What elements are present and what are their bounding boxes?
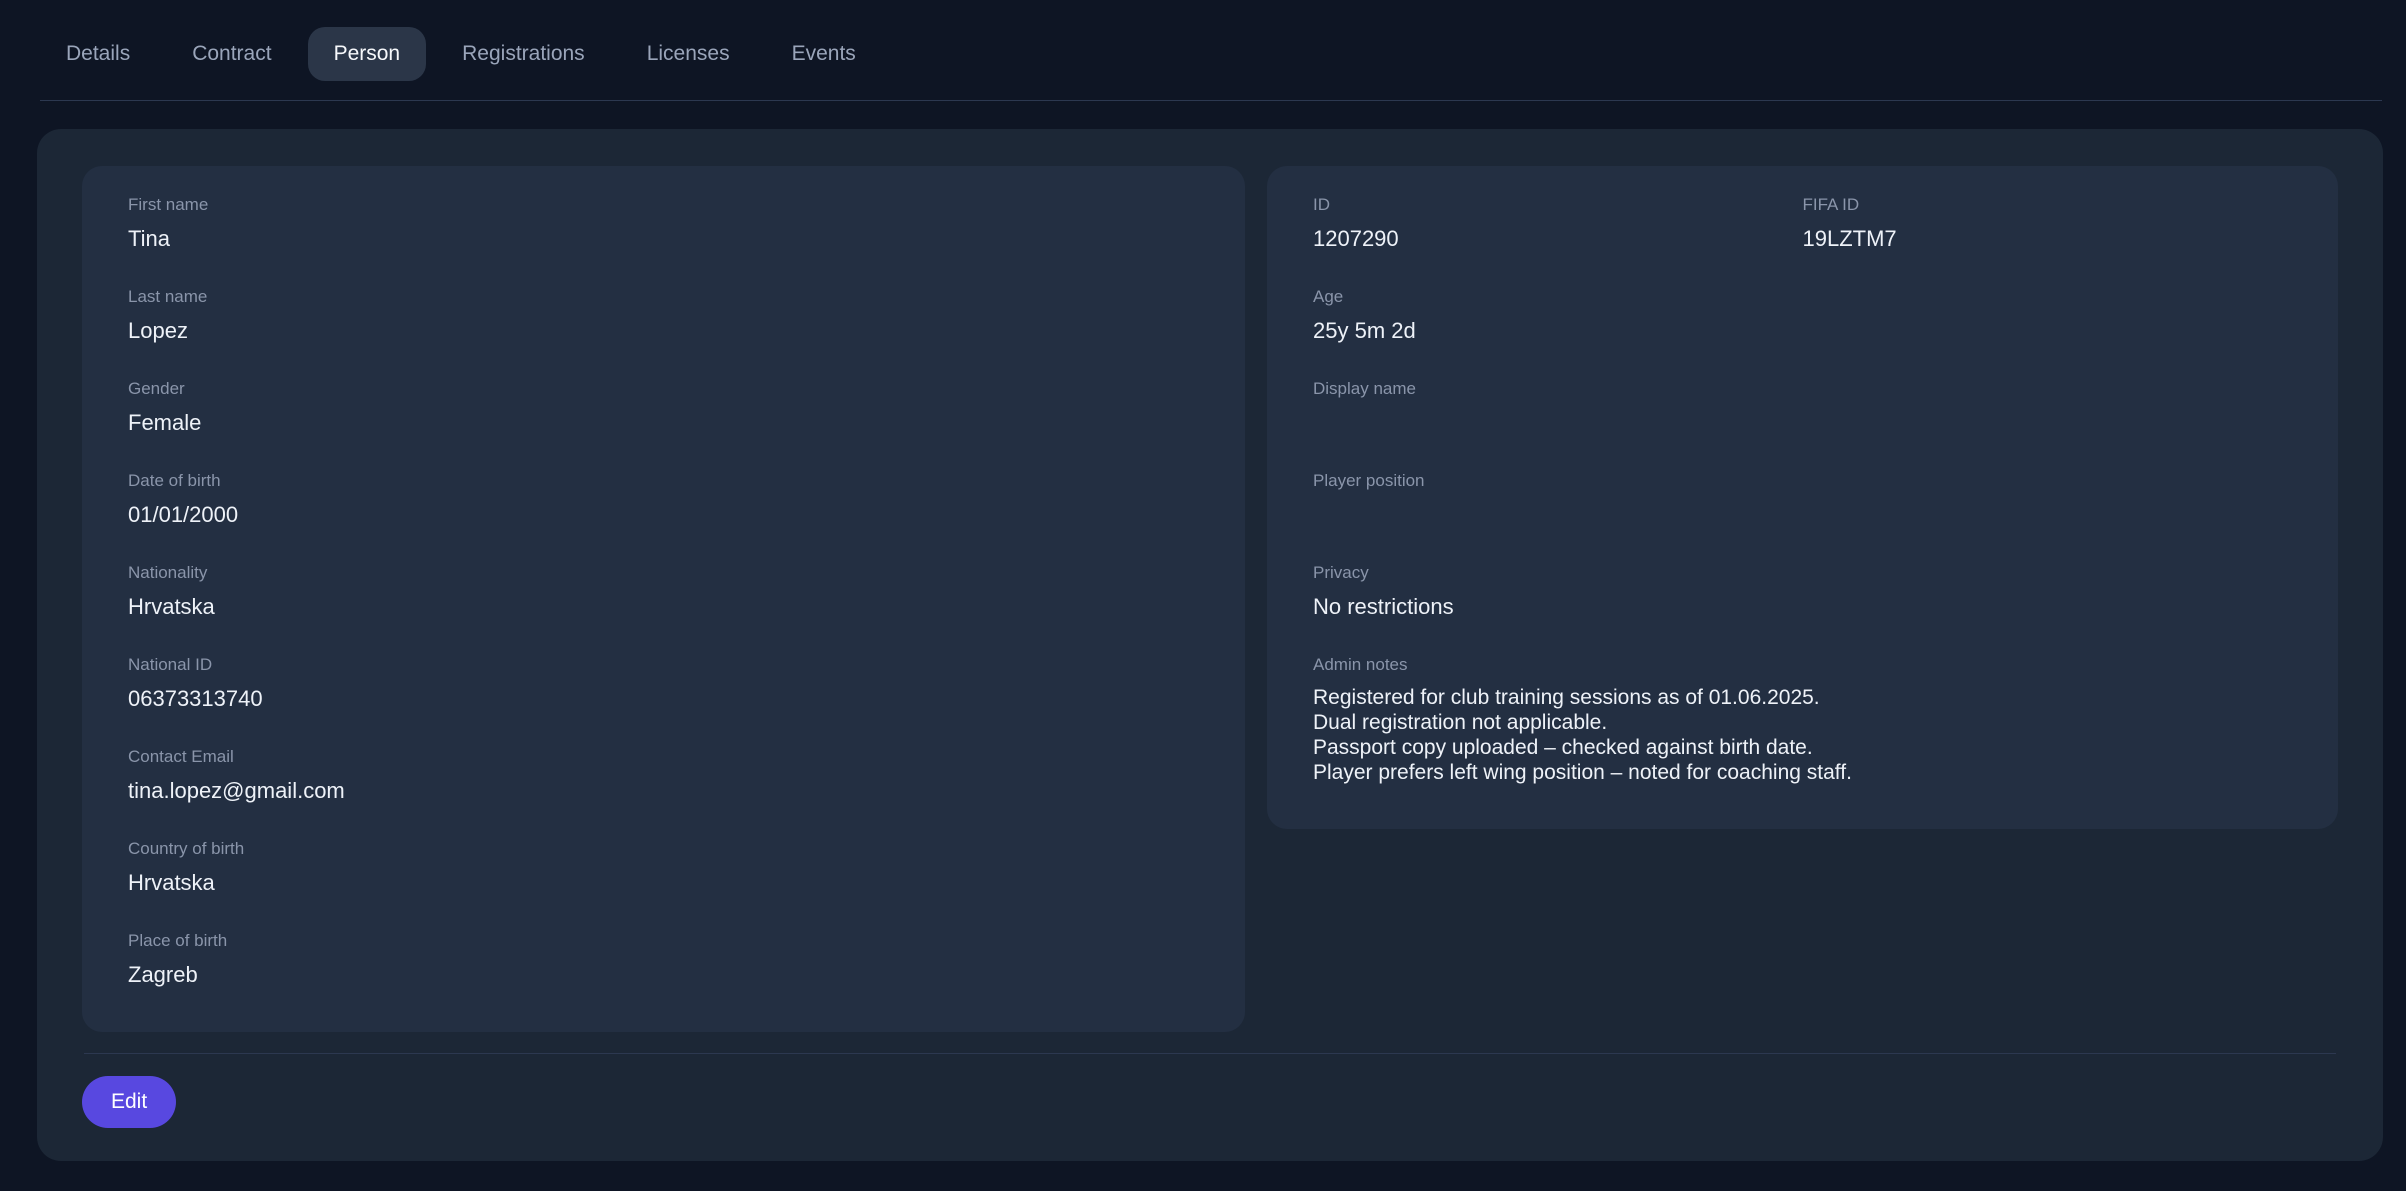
field-label: Privacy bbox=[1313, 562, 2292, 584]
field-value: Zagreb bbox=[128, 961, 1199, 989]
field-label: Place of birth bbox=[128, 930, 1199, 952]
field-id: ID 1207290 bbox=[1313, 194, 1803, 253]
admin-notes-line: Registered for club training sessions as… bbox=[1313, 685, 2292, 710]
person-card: First name Tina Last name Lopez Gender F… bbox=[37, 129, 2383, 1161]
field-contact-email: Contact Email tina.lopez@gmail.com bbox=[128, 746, 1199, 805]
field-value: tina.lopez@gmail.com bbox=[128, 777, 1199, 805]
field-admin-notes: Admin notes Registered for club training… bbox=[1313, 654, 2292, 785]
field-value: No restrictions bbox=[1313, 593, 2292, 621]
field-place-of-birth: Place of birth Zagreb bbox=[128, 930, 1199, 989]
field-value: Hrvatska bbox=[128, 593, 1199, 621]
field-value: Hrvatska bbox=[128, 869, 1199, 897]
field-value bbox=[1313, 409, 2292, 437]
field-value: 1207290 bbox=[1313, 225, 1803, 253]
tab-contract[interactable]: Contract bbox=[166, 27, 297, 81]
tab-registrations[interactable]: Registrations bbox=[436, 27, 611, 81]
field-value: 06373313740 bbox=[128, 685, 1199, 713]
id-row: ID 1207290 FIFA ID 19LZTM7 bbox=[1313, 194, 2292, 286]
tab-licenses[interactable]: Licenses bbox=[621, 27, 756, 81]
field-label: Admin notes bbox=[1313, 654, 2292, 676]
field-label: Age bbox=[1313, 286, 2292, 308]
field-label: Last name bbox=[128, 286, 1199, 308]
field-label: Display name bbox=[1313, 378, 2292, 400]
field-label: FIFA ID bbox=[1803, 194, 2293, 216]
field-label: Country of birth bbox=[128, 838, 1199, 860]
footer-divider bbox=[84, 1053, 2336, 1054]
panels-container: First name Tina Last name Lopez Gender F… bbox=[82, 166, 2338, 1032]
field-value: Lopez bbox=[128, 317, 1199, 345]
field-first-name: First name Tina bbox=[128, 194, 1199, 253]
field-display-name: Display name bbox=[1313, 378, 2292, 437]
field-label: ID bbox=[1313, 194, 1803, 216]
field-value: Tina bbox=[128, 225, 1199, 253]
field-value: 19LZTM7 bbox=[1803, 225, 2293, 253]
field-label: National ID bbox=[128, 654, 1199, 676]
admin-notes-line: Dual registration not applicable. bbox=[1313, 710, 2292, 735]
field-label: Player position bbox=[1313, 470, 2292, 492]
edit-button[interactable]: Edit bbox=[82, 1076, 176, 1128]
field-privacy: Privacy No restrictions bbox=[1313, 562, 2292, 621]
field-date-of-birth: Date of birth 01/01/2000 bbox=[128, 470, 1199, 529]
tab-person[interactable]: Person bbox=[308, 27, 427, 81]
field-national-id: National ID 06373313740 bbox=[128, 654, 1199, 713]
field-gender: Gender Female bbox=[128, 378, 1199, 437]
field-nationality: Nationality Hrvatska bbox=[128, 562, 1199, 621]
field-player-position: Player position bbox=[1313, 470, 2292, 529]
tab-events[interactable]: Events bbox=[766, 27, 882, 81]
field-label: Gender bbox=[128, 378, 1199, 400]
tab-details[interactable]: Details bbox=[40, 27, 156, 81]
field-value: 01/01/2000 bbox=[128, 501, 1199, 529]
field-last-name: Last name Lopez bbox=[128, 286, 1199, 345]
field-fifa-id: FIFA ID 19LZTM7 bbox=[1803, 194, 2293, 253]
tab-bar: Details Contract Person Registrations Li… bbox=[40, 0, 2382, 101]
field-value bbox=[1313, 501, 2292, 529]
field-value: 25y 5m 2d bbox=[1313, 317, 2292, 345]
field-age: Age 25y 5m 2d bbox=[1313, 286, 2292, 345]
field-label: Date of birth bbox=[128, 470, 1199, 492]
field-value: Female bbox=[128, 409, 1199, 437]
field-label: First name bbox=[128, 194, 1199, 216]
field-country-of-birth: Country of birth Hrvatska bbox=[128, 838, 1199, 897]
field-label: Nationality bbox=[128, 562, 1199, 584]
field-label: Contact Email bbox=[128, 746, 1199, 768]
system-info-panel: ID 1207290 FIFA ID 19LZTM7 Age 25y 5m 2d… bbox=[1267, 166, 2338, 829]
personal-info-panel: First name Tina Last name Lopez Gender F… bbox=[82, 166, 1245, 1032]
admin-notes-line: Passport copy uploaded – checked against… bbox=[1313, 735, 2292, 760]
admin-notes-line: Player prefers left wing position – note… bbox=[1313, 760, 2292, 785]
